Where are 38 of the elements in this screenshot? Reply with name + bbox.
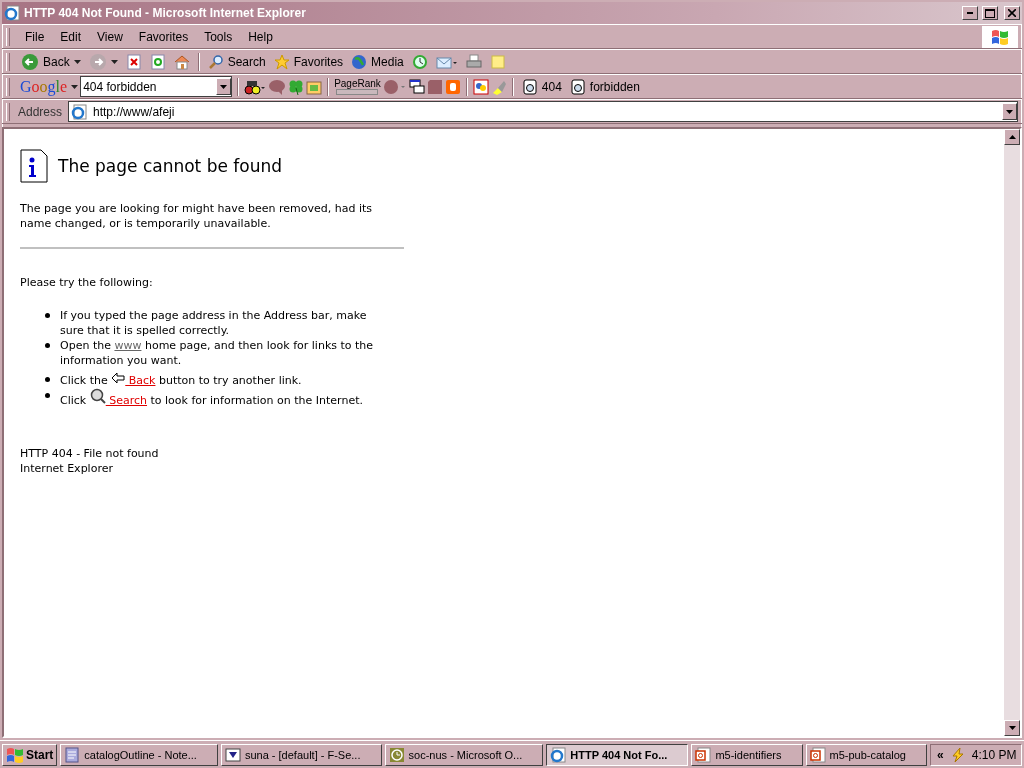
window-title: HTTP 404 Not Found - Microsoft Internet Explorer [24, 6, 307, 20]
taskbar-button[interactable]: suna - [default] - F-Se... [220, 743, 382, 766]
address-field[interactable]: http://www/afeji [68, 101, 1018, 122]
highlight-button[interactable]: 404 [518, 75, 565, 98]
status-text: Internet Explorer [20, 461, 114, 476]
favorites-button[interactable]: Favorites [270, 50, 347, 73]
taskbar-button[interactable]: soc-nus - Microsoft O... [384, 743, 544, 766]
suggestion-text: Click the Back button to try another link. [60, 372, 302, 388]
search-button[interactable]: Search [204, 50, 269, 73]
suggestion-text: Click Search to look for information on the Internet. [60, 388, 363, 408]
media-button[interactable]: Media [348, 50, 407, 73]
start-button[interactable]: Start [2, 743, 58, 766]
taskbar-button[interactable]: m5-identifiers [691, 743, 803, 766]
pagerank-meter: PageRank [334, 78, 381, 95]
address-label: Address [18, 104, 64, 119]
page-heading: The page cannot be found [58, 158, 283, 174]
menu-item[interactable]: File [18, 27, 52, 46]
menu-item[interactable]: Edit [53, 27, 89, 46]
intro-text: The page you are looking for might have been removed, had its name changed, or is temporarily unavailable. [20, 201, 373, 231]
taskbar-button[interactable]: catalogOutline - Note... [60, 743, 218, 766]
highlight-button[interactable]: forbidden [566, 75, 643, 98]
menu-item[interactable]: Favorites [131, 27, 196, 46]
back-button[interactable]: Back [18, 50, 84, 73]
suggestion-text: If you typed the page address in the Address bar, make sure that it is spelled correctly. [60, 308, 368, 338]
menu-item[interactable]: Help [241, 27, 280, 46]
tray-toggle[interactable]: « [937, 747, 944, 762]
status-text: HTTP 404 - File not found [20, 446, 160, 461]
taskbar-button[interactable]: HTTP 404 Not Fo... [546, 743, 689, 766]
menu-item[interactable]: Tools [197, 27, 240, 46]
clock: 4:10 PM [971, 747, 1017, 762]
taskbar-button[interactable]: m5-pub-catalog [805, 743, 928, 766]
back-link[interactable]: Back [125, 374, 156, 387]
try-heading: Please try the following: [20, 275, 154, 290]
search-link[interactable]: Search [105, 394, 147, 407]
search-field[interactable]: 404 forbidden [80, 76, 233, 97]
menu-item[interactable]: View [90, 27, 130, 46]
suggestion-text: Open the www home page, and then look for links to the information you want. [60, 338, 375, 368]
home-page-link[interactable]: www [114, 339, 142, 352]
